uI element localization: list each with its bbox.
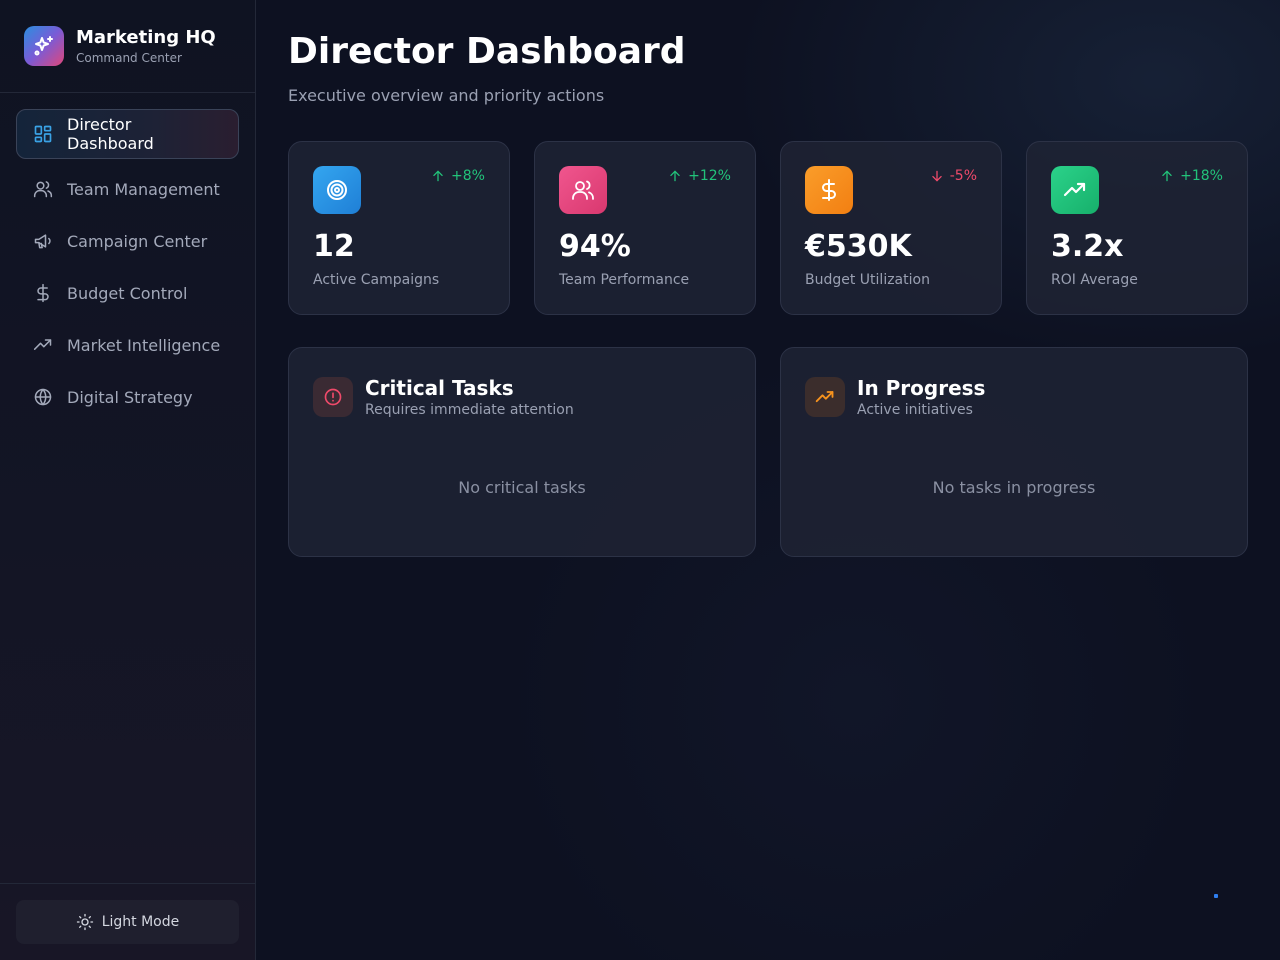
- trending-up-icon: [1051, 166, 1099, 214]
- brand-text: Marketing HQ Command Center: [76, 27, 216, 65]
- stat-label: ROI Average: [1051, 272, 1138, 288]
- sun-icon: [76, 913, 94, 931]
- sidebar-item-label: Digital Strategy: [67, 387, 193, 407]
- panel-subtitle: Active initiatives: [857, 402, 973, 418]
- panel-title: In Progress: [857, 376, 986, 400]
- stat-change: +12%: [668, 168, 731, 184]
- sidebar-item-label: Director Dashboard: [67, 115, 154, 153]
- stat-change: +18%: [1160, 168, 1223, 184]
- in-progress-panel: In Progress Active initiatives No tasks …: [780, 347, 1248, 557]
- dollar-icon: [805, 166, 853, 214]
- sidebar-item-label: Market Intelligence: [67, 335, 221, 355]
- sidebar-item-market-intelligence[interactable]: Market Intelligence: [16, 321, 239, 369]
- stat-value: 3.2x: [1051, 229, 1124, 264]
- arrow-down-icon: [930, 169, 944, 183]
- critical-tasks-panel: Critical Tasks Requires immediate attent…: [288, 347, 756, 557]
- page-subtitle: Executive overview and priority actions: [288, 86, 605, 105]
- brand-subtitle: Command Center: [76, 51, 182, 65]
- stat-change-value: -5%: [949, 168, 977, 184]
- stat-change-value: +18%: [1180, 168, 1223, 184]
- stats-row: +8% 12 Active Campaigns +12% 94% Team Pe…: [288, 141, 1248, 315]
- sparkles-icon: [24, 26, 64, 66]
- arrow-up-icon: [668, 169, 682, 183]
- stat-value: 94%: [559, 229, 631, 264]
- target-icon: [313, 166, 361, 214]
- brand: Marketing HQ Command Center: [0, 0, 255, 93]
- sidebar-item-label: Budget Control: [67, 283, 188, 303]
- stat-value: 12: [313, 229, 355, 264]
- trending-up-icon: [805, 377, 845, 417]
- sidebar-footer: Light Mode: [0, 883, 255, 960]
- stat-label: Active Campaigns: [313, 272, 440, 288]
- indicator-dot: [1214, 894, 1218, 898]
- grid-icon: [33, 124, 53, 144]
- sidebar-item-label: Team Management: [67, 179, 220, 199]
- megaphone-icon: [33, 231, 53, 251]
- light-mode-label: Light Mode: [101, 914, 180, 930]
- light-mode-button[interactable]: Light Mode: [16, 900, 239, 944]
- stat-label: Team Performance: [559, 272, 690, 288]
- sidebar-nav: Director Dashboard Team Management Campa…: [0, 93, 255, 421]
- stat-card-team-performance: +12% 94% Team Performance: [534, 141, 756, 315]
- app-root: Marketing HQ Command Center Director Das…: [0, 0, 1280, 960]
- sidebar-item-budget-control[interactable]: Budget Control: [16, 269, 239, 317]
- sidebar-item-label: Campaign Center: [67, 231, 208, 251]
- users-icon: [33, 179, 53, 199]
- panel-subtitle: Requires immediate attention: [365, 402, 574, 418]
- stat-card-budget-utilization: -5% €530K Budget Utilization: [780, 141, 1002, 315]
- stat-label: Budget Utilization: [805, 272, 930, 288]
- main-content: Director Dashboard Executive overview an…: [256, 0, 1280, 960]
- arrow-up-icon: [431, 169, 445, 183]
- panel-title: Critical Tasks: [365, 376, 514, 400]
- sidebar-item-digital-strategy[interactable]: Digital Strategy: [16, 373, 239, 421]
- brand-title: Marketing HQ: [76, 27, 216, 48]
- trending-up-icon: [33, 335, 53, 355]
- stat-value: €530K: [805, 229, 912, 264]
- globe-icon: [33, 387, 53, 407]
- sidebar-item-team-management[interactable]: Team Management: [16, 165, 239, 213]
- page-title: Director Dashboard: [288, 31, 686, 72]
- stat-change-value: +12%: [688, 168, 731, 184]
- dollar-icon: [33, 283, 53, 303]
- empty-state-text: No tasks in progress: [932, 478, 1096, 497]
- stat-change-value: +8%: [451, 168, 485, 184]
- stat-card-roi-average: +18% 3.2x ROI Average: [1026, 141, 1248, 315]
- stat-change: +8%: [431, 168, 485, 184]
- users-icon: [559, 166, 607, 214]
- sidebar-item-campaign-center[interactable]: Campaign Center: [16, 217, 239, 265]
- sidebar: Marketing HQ Command Center Director Das…: [0, 0, 256, 960]
- panels-row: Critical Tasks Requires immediate attent…: [288, 347, 1248, 557]
- stat-card-active-campaigns: +8% 12 Active Campaigns: [288, 141, 510, 315]
- sidebar-item-director-dashboard[interactable]: Director Dashboard: [16, 109, 239, 159]
- stat-change: -5%: [930, 168, 977, 184]
- empty-state-text: No critical tasks: [458, 478, 586, 497]
- arrow-up-icon: [1160, 169, 1174, 183]
- alert-circle-icon: [313, 377, 353, 417]
